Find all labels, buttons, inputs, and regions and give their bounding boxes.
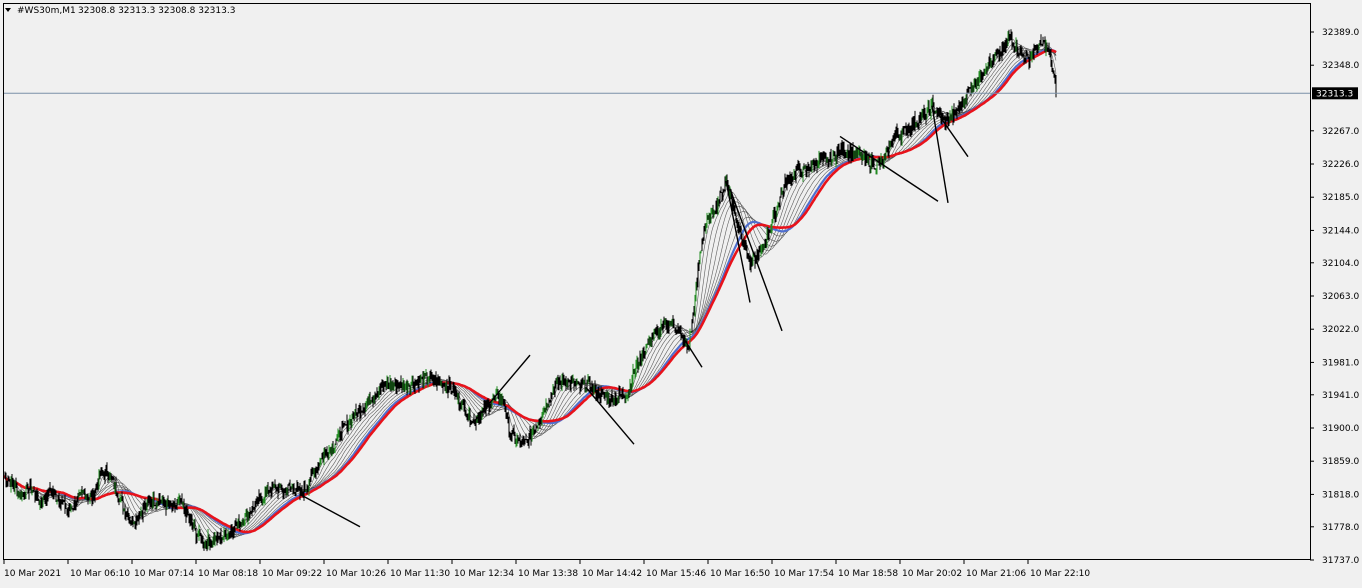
y-tick-label: 32226.0 <box>1322 160 1359 170</box>
chart-ohlc: 32308.8 32313.3 32308.8 32313.3 <box>78 6 235 16</box>
x-tick-label: 10 Mar 11:30 <box>390 569 450 579</box>
y-tick-label: 31737.0 <box>1322 556 1359 566</box>
x-tick-label: 10 Mar 14:42 <box>582 569 642 579</box>
x-tick-label: 10 Mar 22:10 <box>1030 569 1090 579</box>
price-chart[interactable]: 32389.0 32348.0 32267.0 32226.0 32185.0 32144… <box>0 0 1362 584</box>
y-tick-label: 32185.0 <box>1322 193 1359 203</box>
x-tick-label: 10 Mar 13:38 <box>518 569 578 579</box>
y-tick-label: 32267.0 <box>1322 127 1359 137</box>
y-tick-label: 31818.0 <box>1322 490 1359 500</box>
x-tick-label: 10 Mar 21:06 <box>966 569 1026 579</box>
x-tick-label: 10 Mar 15:46 <box>646 569 706 579</box>
x-tick-label: 10 Mar 17:54 <box>774 569 834 579</box>
y-tick-label: 31778.0 <box>1322 523 1359 533</box>
y-tick-label: 31900.0 <box>1322 424 1359 434</box>
x-tick-label: 10 Mar 08:18 <box>198 569 258 579</box>
y-tick-label: 31859.0 <box>1322 457 1359 467</box>
x-tick-label: 10 Mar 07:14 <box>134 569 194 579</box>
x-tick-label: 10 Mar 09:22 <box>262 569 322 579</box>
x-tick-label: 10 Mar 10:26 <box>326 569 386 579</box>
y-tick-label: 32348.0 <box>1322 61 1359 71</box>
y-tick-label: 32022.0 <box>1322 325 1359 335</box>
current-price-label-text: 32313.3 <box>1316 89 1353 99</box>
x-tick-label: 10 Mar 16:50 <box>710 569 770 579</box>
y-tick-label: 32144.0 <box>1322 226 1359 236</box>
chart-header: #WS30m,M1 32308.8 32313.3 32308.8 32313.… <box>5 6 235 16</box>
chart-window[interactable]: 32389.0 32348.0 32267.0 32226.0 32185.0 32144… <box>0 0 1362 584</box>
y-tick-label: 32104.0 <box>1322 259 1359 269</box>
x-tick-label: 10 Mar 18:58 <box>838 569 898 579</box>
current-price-label: 32313.3 <box>1312 87 1358 100</box>
x-tick-label: 10 Mar 2021 <box>4 569 61 579</box>
x-tick-label: 10 Mar 06:10 <box>70 569 130 579</box>
y-tick-label: 31941.0 <box>1322 391 1359 401</box>
chart-symbol: #WS30m,M1 <box>17 6 76 16</box>
chart-background <box>0 0 1362 584</box>
y-tick-label: 31981.0 <box>1322 358 1359 368</box>
y-tick-label: 32063.0 <box>1322 292 1359 302</box>
x-tick-label: 10 Mar 12:34 <box>454 569 514 579</box>
y-tick-label: 32389.0 <box>1322 28 1359 38</box>
x-tick-label: 10 Mar 20:02 <box>902 569 962 579</box>
